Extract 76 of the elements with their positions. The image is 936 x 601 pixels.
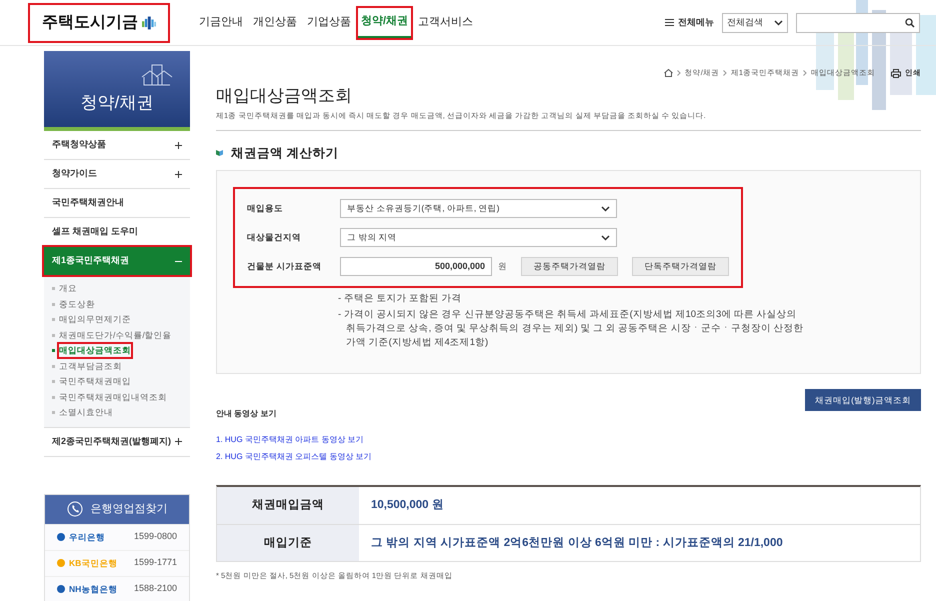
select-field[interactable]: 그 밖의 지역 — [340, 228, 617, 248]
plus-icon — [175, 142, 182, 148]
select-field[interactable]: 부동산 소유권등기(주택, 아파트, 연립) — [340, 199, 617, 218]
printer-icon — [891, 68, 901, 78]
note-text: - 가격이 공시되지 않은 경우 신규분양공동주택은 취득세 과세표준(지방세법 제10조의3에 따른 사실상의 취득가격으로 상속, 증여 및 무상취득의 경우는 제외) 및 그 외 공동주택은 시장ㆍ군수ㆍ구청장이 산정한 가액 기준(지방세법 제4조제1항) — [338, 308, 804, 350]
phone-icon — [66, 501, 82, 517]
bullet-icon — [52, 349, 55, 352]
result-label: 매입기준 — [217, 525, 359, 562]
bullet-icon — [52, 334, 55, 337]
submenu-item[interactable]: 고객부담금조회 — [59, 360, 122, 373]
submenu-item[interactable]: 매입의무면제기준 — [59, 313, 131, 326]
section-title: 채권금액 계산하기 — [231, 144, 338, 162]
submenu-item[interactable]: 개요 — [59, 282, 77, 296]
price-lookup-button[interactable]: 공동주택가격열람 — [521, 257, 618, 276]
search-icon — [905, 18, 915, 28]
bullet-icon — [52, 396, 55, 399]
bullet-icon — [52, 318, 55, 322]
unit-label: 원 — [498, 260, 507, 274]
sidebar-item[interactable]: 제2종국민주택채권(발행폐지) — [44, 428, 190, 456]
field-label: 대상물건지역 — [247, 231, 302, 244]
sidebar-title: 청약/채권 — [80, 92, 154, 114]
result-value: 10,500,000 원 — [370, 498, 444, 514]
bank-phone: 1599-1771 — [134, 556, 177, 570]
submenu-item[interactable]: 매입대상금액조회 — [59, 344, 131, 358]
video-link[interactable]: 2. HUG 국민주택채권 오피스텔 동영상 보기 — [216, 451, 372, 464]
bank-phone: 1588-2100 — [134, 582, 177, 596]
chevron-right-icon — [803, 70, 807, 76]
chevron-down-icon — [601, 234, 610, 241]
result-label: 채권매입금액 — [217, 487, 359, 524]
plus-icon — [175, 170, 182, 178]
bank-finder-header[interactable]: 은행영업점찾기 — [45, 494, 189, 524]
page-title: 매입대상금액조회 — [216, 85, 353, 106]
submenu-item[interactable]: 국민주택채권매입 — [59, 375, 131, 388]
chevron-down-icon — [601, 206, 610, 212]
nav-tab[interactable]: 개인상품 — [250, 8, 300, 38]
plus-icon — [175, 438, 182, 445]
site-logo[interactable]: 주택도시기금 — [30, 4, 168, 40]
result-value: 그 밖의 지역 시가표준액 2억6천만원 이상 6억원 미만 : 시가표준액의 21/1,000 — [370, 536, 783, 551]
chevron-right-icon — [722, 70, 727, 76]
note-text: - 주택은 토지가 포함된 가격 — [338, 292, 463, 306]
chevron-down-icon — [774, 20, 783, 26]
nav-tab[interactable]: 청약/채권 — [358, 8, 412, 38]
sidebar-item[interactable]: 제1종국민주택채권 — [44, 247, 190, 275]
sidebar-item[interactable]: 국민주택채권안내 — [44, 189, 190, 217]
all-menu-link[interactable]: 전체메뉴 — [665, 16, 714, 30]
video-link[interactable]: 1. HUG 국민주택채권 아파트 동영상 보기 — [216, 434, 364, 446]
sidebar-item[interactable]: 청약가이드 — [44, 160, 190, 188]
bank-logo[interactable]: NH농협은행 — [57, 582, 118, 596]
book-icon — [216, 149, 223, 156]
field-label: 건물분 시가표준액 — [247, 260, 322, 274]
price-lookup-button[interactable]: 단독주택가격열람 — [632, 257, 729, 276]
bullet-icon — [52, 287, 55, 290]
field-label: 매입용도 — [247, 202, 284, 216]
bullet-icon — [52, 364, 55, 368]
submenu-item[interactable]: 채권매도단가/수익률/할인율 — [59, 328, 172, 342]
bank-logo[interactable]: 우리은행 — [57, 530, 105, 544]
search-scope-select[interactable]: 전체검색 — [722, 12, 788, 32]
search-field[interactable] — [796, 12, 920, 32]
submit-button[interactable]: 채권매입(발행)금액조회 — [805, 389, 921, 412]
nav-tab[interactable]: 기금안내 — [196, 8, 246, 38]
bullet-icon — [52, 302, 55, 306]
amount-input[interactable]: 500,000,000 — [340, 257, 492, 276]
menu-icon — [665, 19, 674, 26]
submenu-item[interactable]: 국민주택채권매입내역조회 — [59, 390, 167, 404]
home-icon — [664, 69, 673, 77]
bank-phone: 1599-0800 — [134, 530, 177, 544]
bullet-icon — [52, 380, 55, 384]
sidebar-item[interactable]: 주택청약상품 — [44, 131, 190, 159]
nav-tab[interactable]: 기업상품 — [304, 8, 354, 38]
chevron-right-icon — [676, 70, 681, 76]
submenu-item[interactable]: 중도상환 — [59, 298, 95, 311]
videos-title: 안내 동영상 보기 — [216, 408, 278, 420]
bullet-icon — [52, 411, 55, 414]
submenu-item[interactable]: 소멸시효안내 — [59, 406, 113, 420]
sidebar-item[interactable]: 셀프 채권매입 도우미 — [44, 218, 190, 246]
nav-tab[interactable]: 고객서비스 — [415, 8, 476, 38]
